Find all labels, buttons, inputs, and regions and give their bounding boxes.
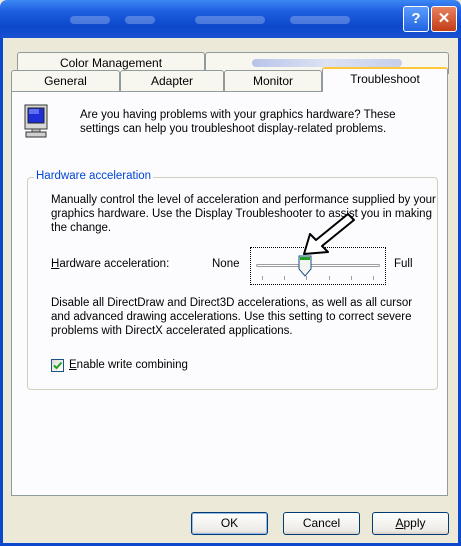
tab-label: Adapter — [150, 74, 194, 88]
slider-label: Hardware acceleration: — [51, 258, 169, 270]
mnemonic: A — [395, 516, 404, 530]
checkmark-icon — [53, 361, 63, 370]
annotation-arrow-icon — [303, 213, 355, 255]
title-bar[interactable]: ? ✕ — [0, 0, 461, 38]
tab-troubleshoot[interactable]: Troubleshoot — [322, 67, 448, 92]
slider-tick — [329, 276, 330, 280]
blurred-title-fragment — [290, 16, 350, 24]
slider-tick — [351, 276, 352, 280]
slider-tick — [262, 276, 263, 280]
tab-adapter[interactable]: Adapter — [120, 70, 224, 92]
acceleration-description: Manually control the level of accelerati… — [51, 194, 436, 234]
monitor-icon — [24, 104, 48, 138]
tab-label: Color Management — [59, 56, 163, 70]
checkbox-label-text: nable write combining — [76, 359, 188, 371]
apply-label: pply — [403, 516, 426, 530]
slider-tick — [373, 276, 374, 280]
intro-text: Are you having problems with your graphi… — [80, 109, 396, 135]
group-label: Hardware acceleration — [34, 170, 154, 182]
blurred-title-fragment — [195, 16, 265, 24]
tab-label: Troubleshoot — [350, 72, 420, 86]
slider-min-label: None — [212, 258, 240, 270]
cancel-button[interactable]: Cancel — [283, 512, 360, 535]
tab-monitor[interactable]: Monitor — [224, 70, 322, 92]
apply-button[interactable]: Apply — [372, 512, 449, 535]
acceleration-slider-thumb[interactable] — [298, 255, 312, 277]
acceleration-slider-track[interactable] — [256, 264, 380, 267]
close-button[interactable]: ✕ — [431, 6, 457, 32]
blurred-tab-label — [252, 59, 402, 67]
blurred-title-fragment — [125, 16, 155, 24]
blurred-title-fragment — [70, 16, 110, 24]
mnemonic: E — [69, 359, 77, 371]
tab-label: General — [44, 74, 87, 88]
slider-tick — [284, 276, 285, 280]
slider-max-label: Full — [394, 258, 413, 270]
ok-button[interactable]: OK — [191, 512, 268, 535]
write-combining-checkbox[interactable] — [51, 359, 64, 372]
help-button[interactable]: ? — [403, 6, 429, 32]
tab-label: Monitor — [252, 74, 293, 88]
tab-general[interactable]: General — [11, 70, 120, 92]
write-combining-label[interactable]: Enable write combining — [69, 359, 188, 371]
disable-acceleration-text: Disable all DirectDraw and Direct3D acce… — [51, 297, 413, 337]
slider-label-text: ardware acceleration: — [59, 258, 170, 270]
